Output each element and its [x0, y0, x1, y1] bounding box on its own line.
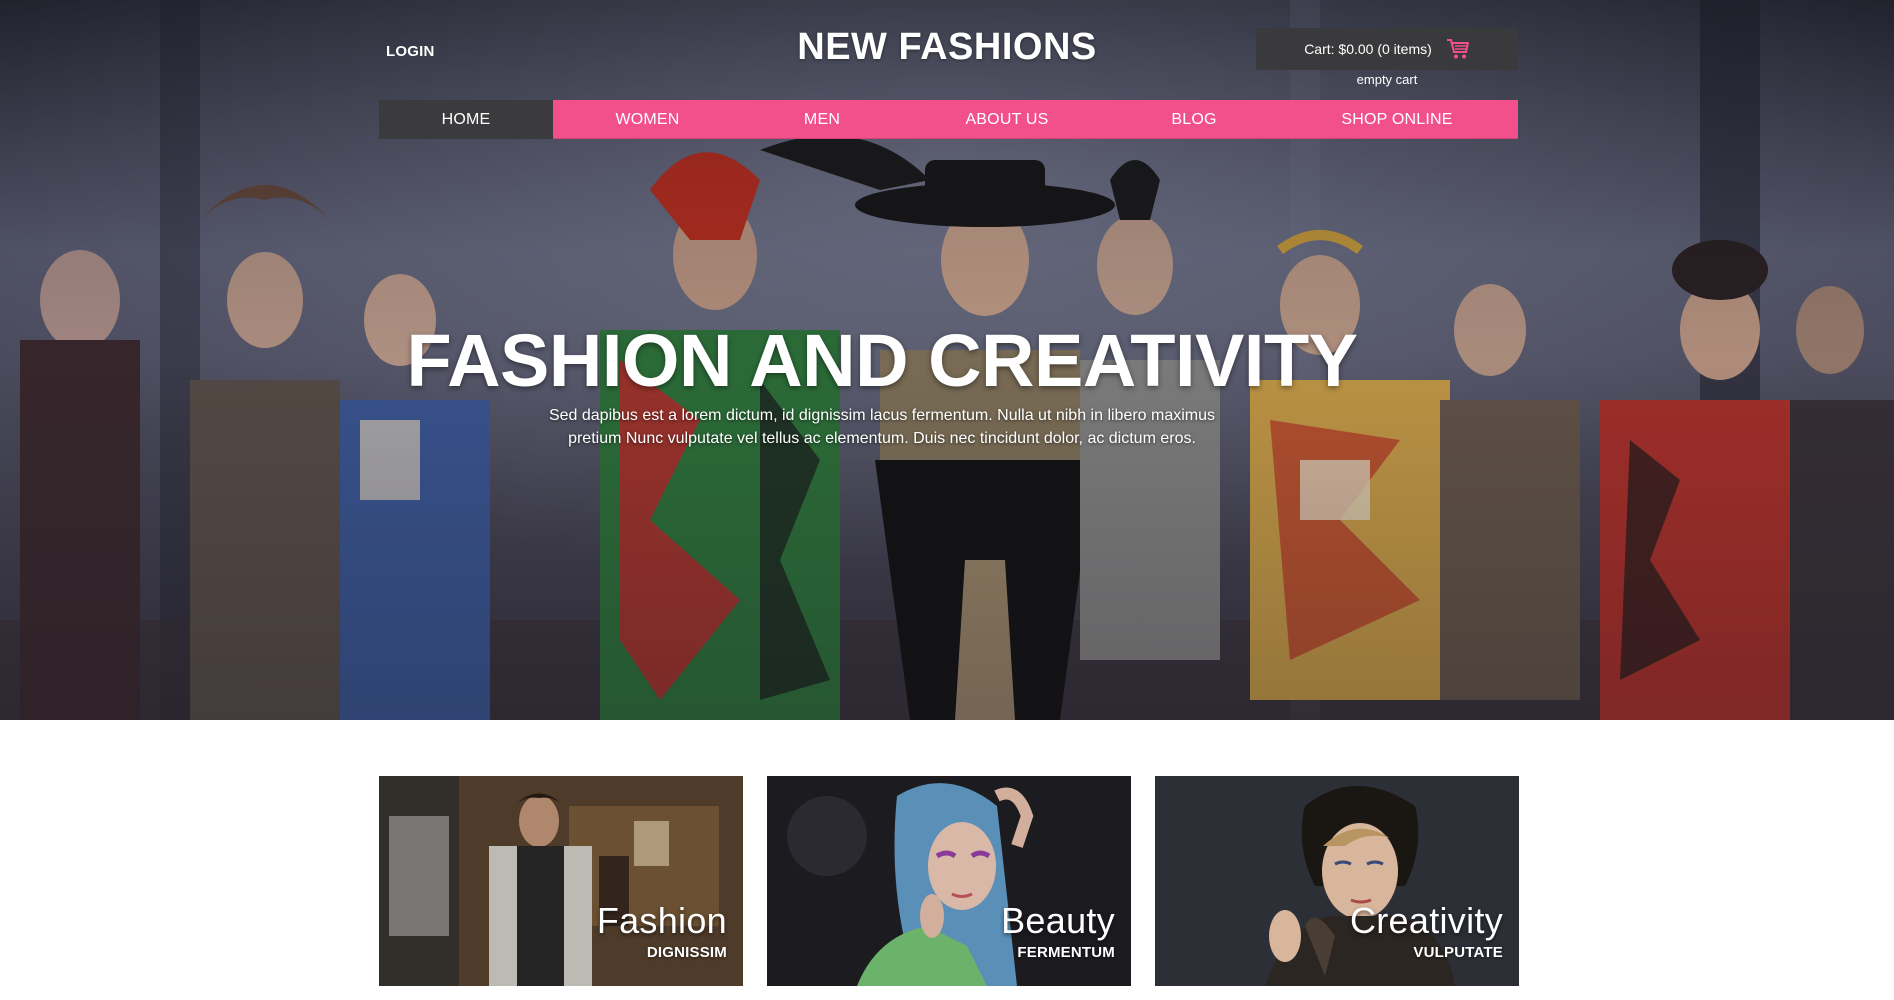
nav-item-shop-online[interactable]: SHOP ONLINE — [1276, 100, 1518, 139]
hero-description: Sed dapibus est a lorem dictum, id digni… — [520, 404, 1244, 450]
nav-item-men[interactable]: MEN — [742, 100, 902, 139]
card-subtitle-creativity: VULPUTATE — [1413, 944, 1503, 961]
hero-banner: LOGIN NEW FASHIONS Cart: $0.00 (0 items)… — [0, 0, 1894, 720]
card-fashion[interactable]: Fashion DIGNISSIM — [379, 776, 743, 986]
empty-cart-link[interactable]: empty cart — [1256, 72, 1518, 87]
hero-text-line-2: pretium Nunc vulputate vel tellus ac ele… — [568, 430, 1196, 447]
card-beauty[interactable]: Beauty FERMENTUM — [767, 776, 1131, 986]
cart-button[interactable]: Cart: $0.00 (0 items) — [1256, 28, 1518, 70]
card-subtitle-fashion: DIGNISSIM — [646, 944, 727, 961]
nav-item-home[interactable]: HOME — [379, 100, 553, 139]
site-brand[interactable]: NEW FASHIONS — [0, 26, 1894, 69]
card-title-creativity: Creativity — [1349, 900, 1503, 941]
hero-title: FASHION AND CREATIVITY — [406, 319, 1358, 402]
card-title-beauty: Beauty — [1001, 900, 1115, 941]
shopping-cart-icon — [1446, 39, 1469, 59]
hero-text-line-1: Sed dapibus est a lorem dictum, id digni… — [548, 407, 1216, 424]
main-navigation: HOME WOMEN MEN ABOUT US BLOG SHOP ONLINE — [379, 100, 1518, 139]
cart-summary: Cart: $0.00 (0 items) — [1304, 41, 1432, 57]
nav-item-about-us[interactable]: ABOUT US — [902, 100, 1112, 139]
nav-item-blog[interactable]: BLOG — [1112, 100, 1276, 139]
category-cards: Fashion DIGNISSIM Beauty FERMENTUM Creat… — [379, 776, 1519, 986]
nav-item-women[interactable]: WOMEN — [553, 100, 742, 139]
card-subtitle-beauty: FERMENTUM — [1017, 944, 1115, 961]
card-creativity[interactable]: Creativity VULPUTATE — [1155, 776, 1519, 986]
card-title-fashion: Fashion — [596, 900, 727, 941]
